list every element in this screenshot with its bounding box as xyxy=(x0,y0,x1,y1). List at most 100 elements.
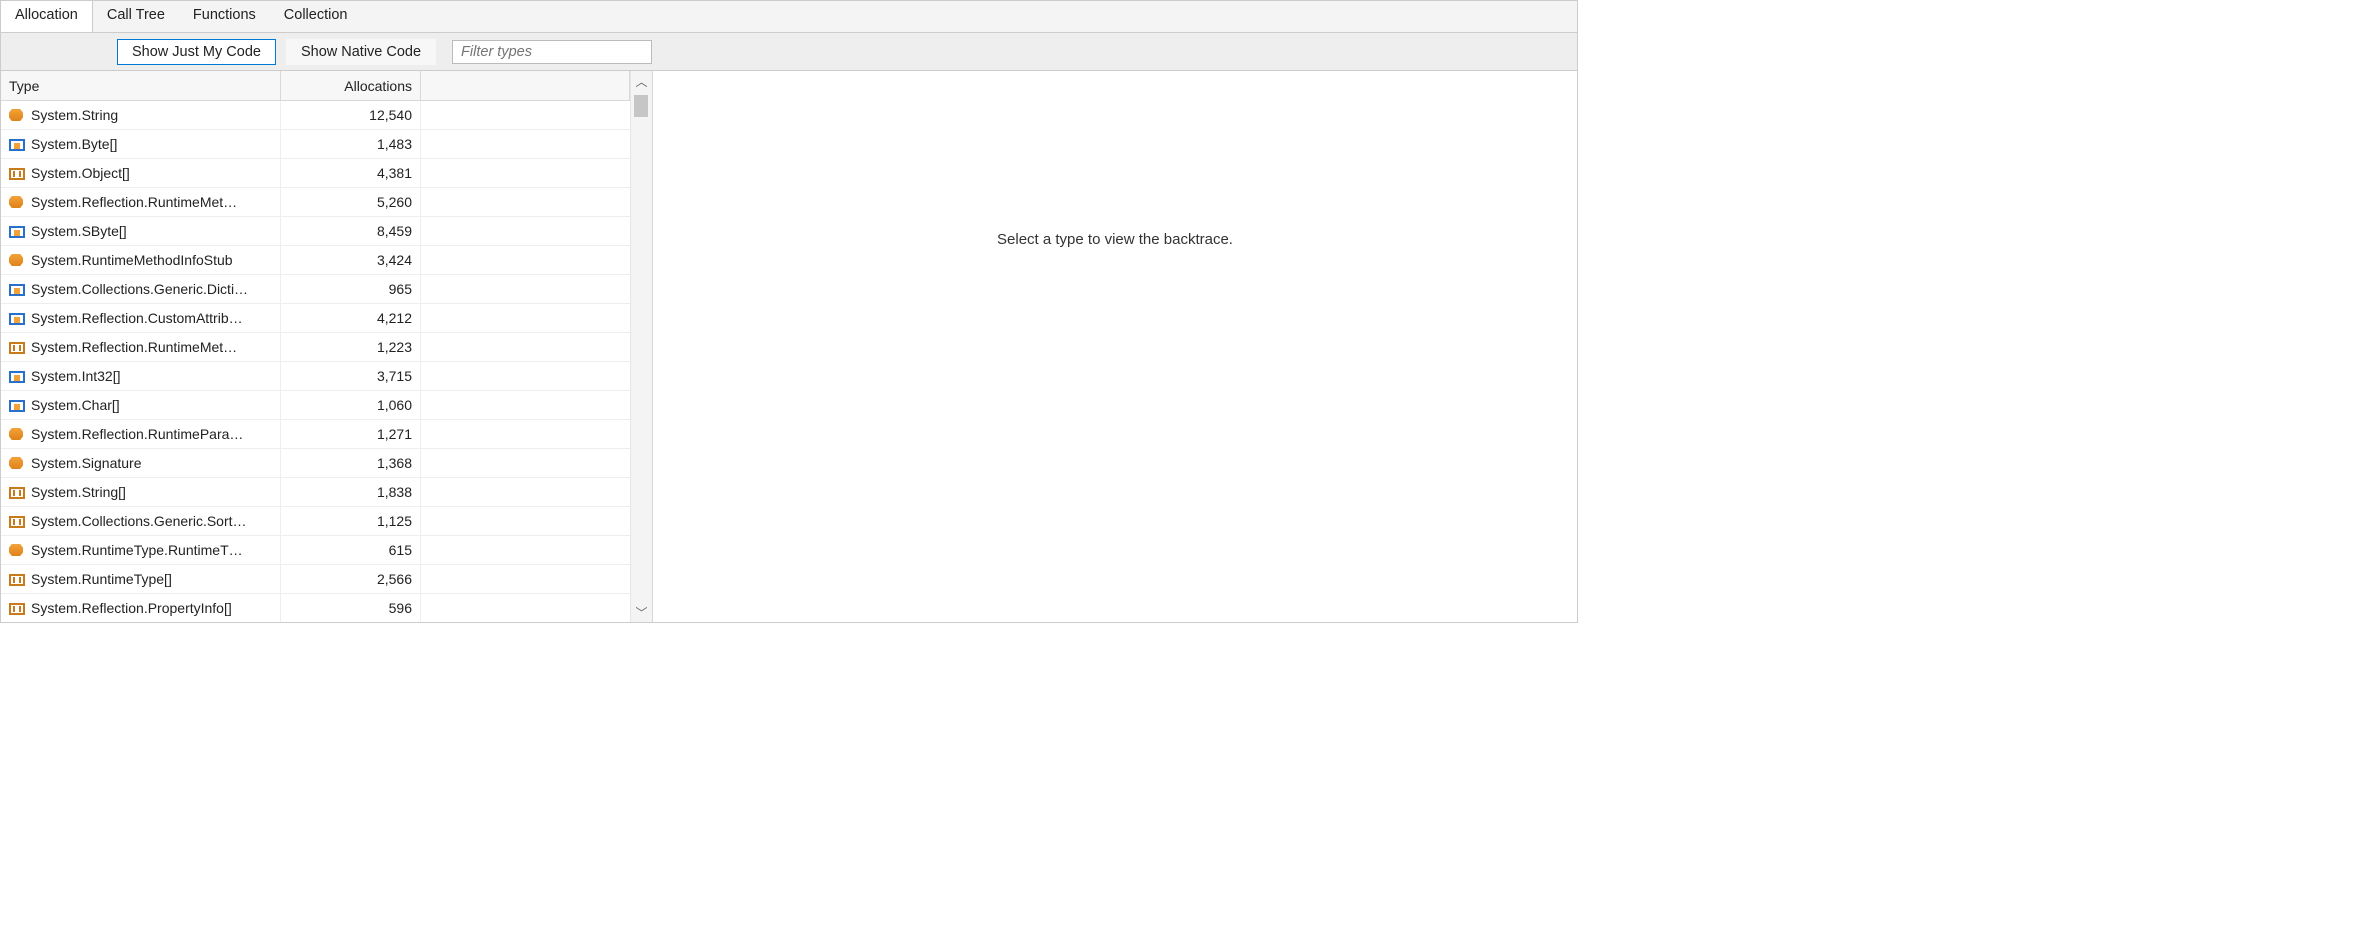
type-name: System.Collections.Generic.Sort… xyxy=(31,513,247,529)
cell-type: System.Collections.Generic.Sort… xyxy=(1,507,281,535)
cell-type: System.Reflection.RuntimeMet… xyxy=(1,333,281,361)
cell-allocations: 1,125 xyxy=(281,507,421,535)
type-name: System.Reflection.PropertyInfo[] xyxy=(31,600,232,616)
cell-allocations: 1,060 xyxy=(281,391,421,419)
tab-call-tree[interactable]: Call Tree xyxy=(93,1,179,32)
allocations-pane: Type Allocations System.String12,540Syst… xyxy=(1,71,653,622)
scroll-thumb[interactable] xyxy=(634,95,648,117)
show-just-my-code-button[interactable]: Show Just My Code xyxy=(117,39,276,65)
table-row[interactable]: System.Object[]4,381 xyxy=(1,159,630,188)
table-row[interactable]: System.RuntimeType.RuntimeT…615 xyxy=(1,536,630,565)
cell-allocations: 3,424 xyxy=(281,246,421,274)
cell-type: System.Collections.Generic.Dicti… xyxy=(1,275,281,303)
type-name: System.Reflection.RuntimePara… xyxy=(31,426,243,442)
table-row[interactable]: System.RuntimeMethodInfoStub 3,424 xyxy=(1,246,630,275)
profiler-window: Allocation Call Tree Functions Collectio… xyxy=(0,0,1578,623)
cell-allocations: 1,483 xyxy=(281,130,421,158)
table-row[interactable]: System.Collections.Generic.Dicti… 965 xyxy=(1,275,630,304)
table-row[interactable]: System.String[]1,838 xyxy=(1,478,630,507)
array-icon xyxy=(9,603,25,615)
cell-type: System.Object[] xyxy=(1,159,281,187)
array-icon xyxy=(9,342,25,354)
cell-allocations: 965 xyxy=(281,275,421,303)
table-row[interactable]: System.Byte[] 1,483 xyxy=(1,130,630,159)
struct-icon xyxy=(9,139,25,151)
cell-type: System.SByte[] xyxy=(1,217,281,245)
cell-type: System.RuntimeType.RuntimeT… xyxy=(1,536,281,564)
table-row[interactable]: System.Reflection.RuntimePara…1,271 xyxy=(1,420,630,449)
type-name: System.Byte[] xyxy=(31,136,117,152)
cell-type: System.RuntimeType[] xyxy=(1,565,281,593)
cell-type: System.Int32[] xyxy=(1,362,281,390)
tab-functions[interactable]: Functions xyxy=(179,1,270,32)
cell-type: System.Reflection.PropertyInfo[] xyxy=(1,594,281,622)
struct-icon xyxy=(9,400,25,412)
array-icon xyxy=(9,516,25,528)
tab-strip: Allocation Call Tree Functions Collectio… xyxy=(1,1,1577,33)
struct-icon xyxy=(9,226,25,238)
show-native-code-button[interactable]: Show Native Code xyxy=(286,39,436,65)
cell-allocations: 12,540 xyxy=(281,101,421,129)
backtrace-placeholder-message: Select a type to view the backtrace. xyxy=(997,231,1233,248)
class-icon xyxy=(9,252,25,268)
cell-allocations: 615 xyxy=(281,536,421,564)
column-header-blank xyxy=(421,71,630,100)
array-icon xyxy=(9,487,25,499)
type-name: System.String xyxy=(31,107,118,123)
cell-allocations: 4,212 xyxy=(281,304,421,332)
backtrace-pane: Select a type to view the backtrace. xyxy=(653,71,1577,622)
class-icon xyxy=(9,194,25,210)
cell-allocations: 596 xyxy=(281,594,421,622)
column-header-type[interactable]: Type xyxy=(1,71,281,100)
cell-type: System.Reflection.CustomAttrib… xyxy=(1,304,281,332)
type-name: System.Collections.Generic.Dicti… xyxy=(31,281,248,297)
type-name: System.RuntimeMethodInfoStub xyxy=(31,252,233,268)
table-body: System.String12,540System.Byte[]1,483Sys… xyxy=(1,101,630,622)
type-name: System.Reflection.CustomAttrib… xyxy=(31,310,243,326)
cell-allocations: 1,368 xyxy=(281,449,421,477)
scroll-up-icon[interactable]: ︿ xyxy=(631,71,652,91)
type-name: System.String[] xyxy=(31,484,126,500)
allocations-table: Type Allocations System.String12,540Syst… xyxy=(1,71,630,622)
struct-icon xyxy=(9,371,25,383)
table-row[interactable]: System.Reflection.CustomAttrib… 4,212 xyxy=(1,304,630,333)
class-icon xyxy=(9,426,25,442)
toolbar: Show Just My Code Show Native Code xyxy=(1,33,1577,71)
table-row[interactable]: System.Reflection.RuntimeMet…5,260 xyxy=(1,188,630,217)
table-row[interactable]: System.String 12,540 xyxy=(1,101,630,130)
type-name: System.Int32[] xyxy=(31,368,120,384)
cell-allocations: 3,715 xyxy=(281,362,421,390)
table-row[interactable]: System.Reflection.PropertyInfo[] 596 xyxy=(1,594,630,622)
class-icon xyxy=(9,542,25,558)
table-row[interactable]: System.SByte[]8,459 xyxy=(1,217,630,246)
scroll-down-icon[interactable]: ﹀ xyxy=(631,602,652,622)
cell-type: System.Char[] xyxy=(1,391,281,419)
cell-type: System.RuntimeMethodInfoStub xyxy=(1,246,281,274)
cell-type: System.String xyxy=(1,101,281,129)
cell-type: System.Reflection.RuntimePara… xyxy=(1,420,281,448)
cell-allocations: 1,223 xyxy=(281,333,421,361)
cell-allocations: 4,381 xyxy=(281,159,421,187)
table-row[interactable]: System.Collections.Generic.Sort… 1,125 xyxy=(1,507,630,536)
tab-allocation[interactable]: Allocation xyxy=(1,1,93,32)
table-row[interactable]: System.RuntimeType[]2,566 xyxy=(1,565,630,594)
cell-type: System.Signature xyxy=(1,449,281,477)
array-icon xyxy=(9,168,25,180)
type-name: System.Reflection.RuntimeMet… xyxy=(31,339,237,355)
table-row[interactable]: System.Int32[] 3,715 xyxy=(1,362,630,391)
filter-types-input[interactable] xyxy=(452,40,652,64)
type-name: System.Signature xyxy=(31,455,142,471)
main-split: Type Allocations System.String12,540Syst… xyxy=(1,71,1577,622)
table-row[interactable]: System.Char[]1,060 xyxy=(1,391,630,420)
column-header-allocations[interactable]: Allocations xyxy=(281,71,421,100)
array-icon xyxy=(9,574,25,586)
table-row[interactable]: System.Reflection.RuntimeMet… 1,223 xyxy=(1,333,630,362)
tab-collection[interactable]: Collection xyxy=(270,1,362,32)
scrollbar[interactable]: ︿ ﹀ xyxy=(630,71,652,622)
table-row[interactable]: System.Signature 1,368 xyxy=(1,449,630,478)
cell-type: System.String[] xyxy=(1,478,281,506)
table-header: Type Allocations xyxy=(1,71,630,101)
class-icon xyxy=(9,455,25,471)
type-name: System.RuntimeType[] xyxy=(31,571,172,587)
struct-icon xyxy=(9,284,25,296)
